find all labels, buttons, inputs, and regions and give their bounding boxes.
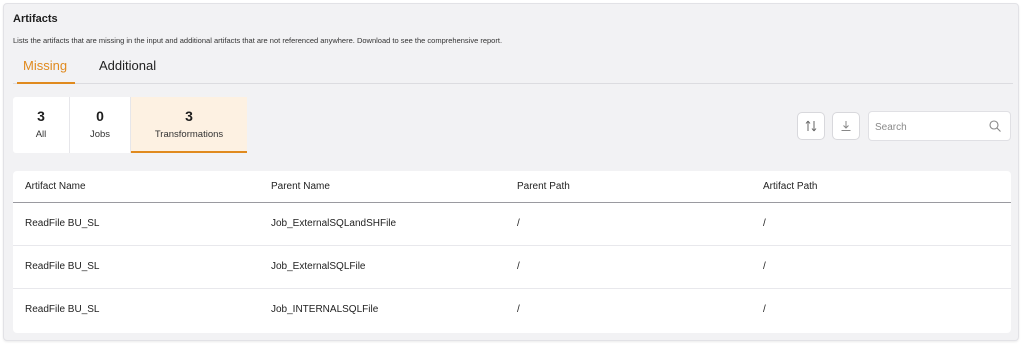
cell-parent-path: / xyxy=(517,304,520,315)
panel-title: Artifacts xyxy=(13,13,58,25)
table-header: Artifact Name Parent Name Parent Path Ar… xyxy=(13,171,1011,203)
artifacts-table: Artifact Name Parent Name Parent Path Ar… xyxy=(13,171,1011,333)
filter-all[interactable]: 3 All xyxy=(13,97,70,153)
filter-label: Jobs xyxy=(89,129,111,140)
cell-artifact-name: ReadFile BU_SL xyxy=(25,218,100,229)
filter-transformations[interactable]: 3 Transformations xyxy=(131,97,247,153)
artifacts-panel: Artifacts Lists the artifacts that are m… xyxy=(3,3,1019,341)
filter-count: 3 xyxy=(185,108,193,124)
filter-cards: 3 All 0 Jobs 3 Transformations xyxy=(13,97,247,153)
download-icon xyxy=(841,121,851,131)
cell-parent-name: Job_INTERNALSQLFile xyxy=(271,304,379,315)
cell-artifact-path: / xyxy=(763,261,766,272)
filter-label: Transformations xyxy=(154,129,224,140)
sort-button[interactable] xyxy=(797,112,825,140)
column-header-parent-path[interactable]: Parent Path xyxy=(517,181,570,192)
cell-artifact-path: / xyxy=(763,218,766,229)
search-input[interactable] xyxy=(875,118,980,136)
search-box xyxy=(868,111,1011,141)
table-row[interactable]: ReadFile BU_SL Job_INTERNALSQLFile / / xyxy=(13,289,1011,332)
tab-additional[interactable]: Additional xyxy=(99,56,156,84)
cell-artifact-name: ReadFile BU_SL xyxy=(25,304,100,315)
table-row[interactable]: ReadFile BU_SL Job_ExternalSQLFile / / xyxy=(13,246,1011,289)
column-header-parent-name[interactable]: Parent Name xyxy=(271,181,330,192)
cell-parent-name: Job_ExternalSQLandSHFile xyxy=(271,218,397,229)
filter-count: 3 xyxy=(37,108,45,124)
cell-parent-path: / xyxy=(517,261,520,272)
filter-count: 0 xyxy=(96,108,104,124)
cell-artifact-path: / xyxy=(763,304,766,315)
column-header-artifact-path[interactable]: Artifact Path xyxy=(763,181,817,192)
download-button[interactable] xyxy=(832,112,860,140)
panel-description: Lists the artifacts that are missing in … xyxy=(13,36,503,45)
filter-jobs[interactable]: 0 Jobs xyxy=(70,97,131,153)
tab-bar: Missing Additional xyxy=(13,56,1013,84)
filter-label: All xyxy=(35,129,47,140)
table-row[interactable]: ReadFile BU_SL Job_ExternalSQLandSHFile … xyxy=(13,203,1011,246)
tab-missing[interactable]: Missing xyxy=(17,56,75,84)
cell-artifact-name: ReadFile BU_SL xyxy=(25,261,100,272)
column-header-artifact-name[interactable]: Artifact Name xyxy=(25,181,86,192)
cell-parent-name: Job_ExternalSQLFile xyxy=(271,261,366,272)
search-icon[interactable] xyxy=(988,119,1002,133)
cell-parent-path: / xyxy=(517,218,520,229)
sort-icon xyxy=(805,120,817,132)
